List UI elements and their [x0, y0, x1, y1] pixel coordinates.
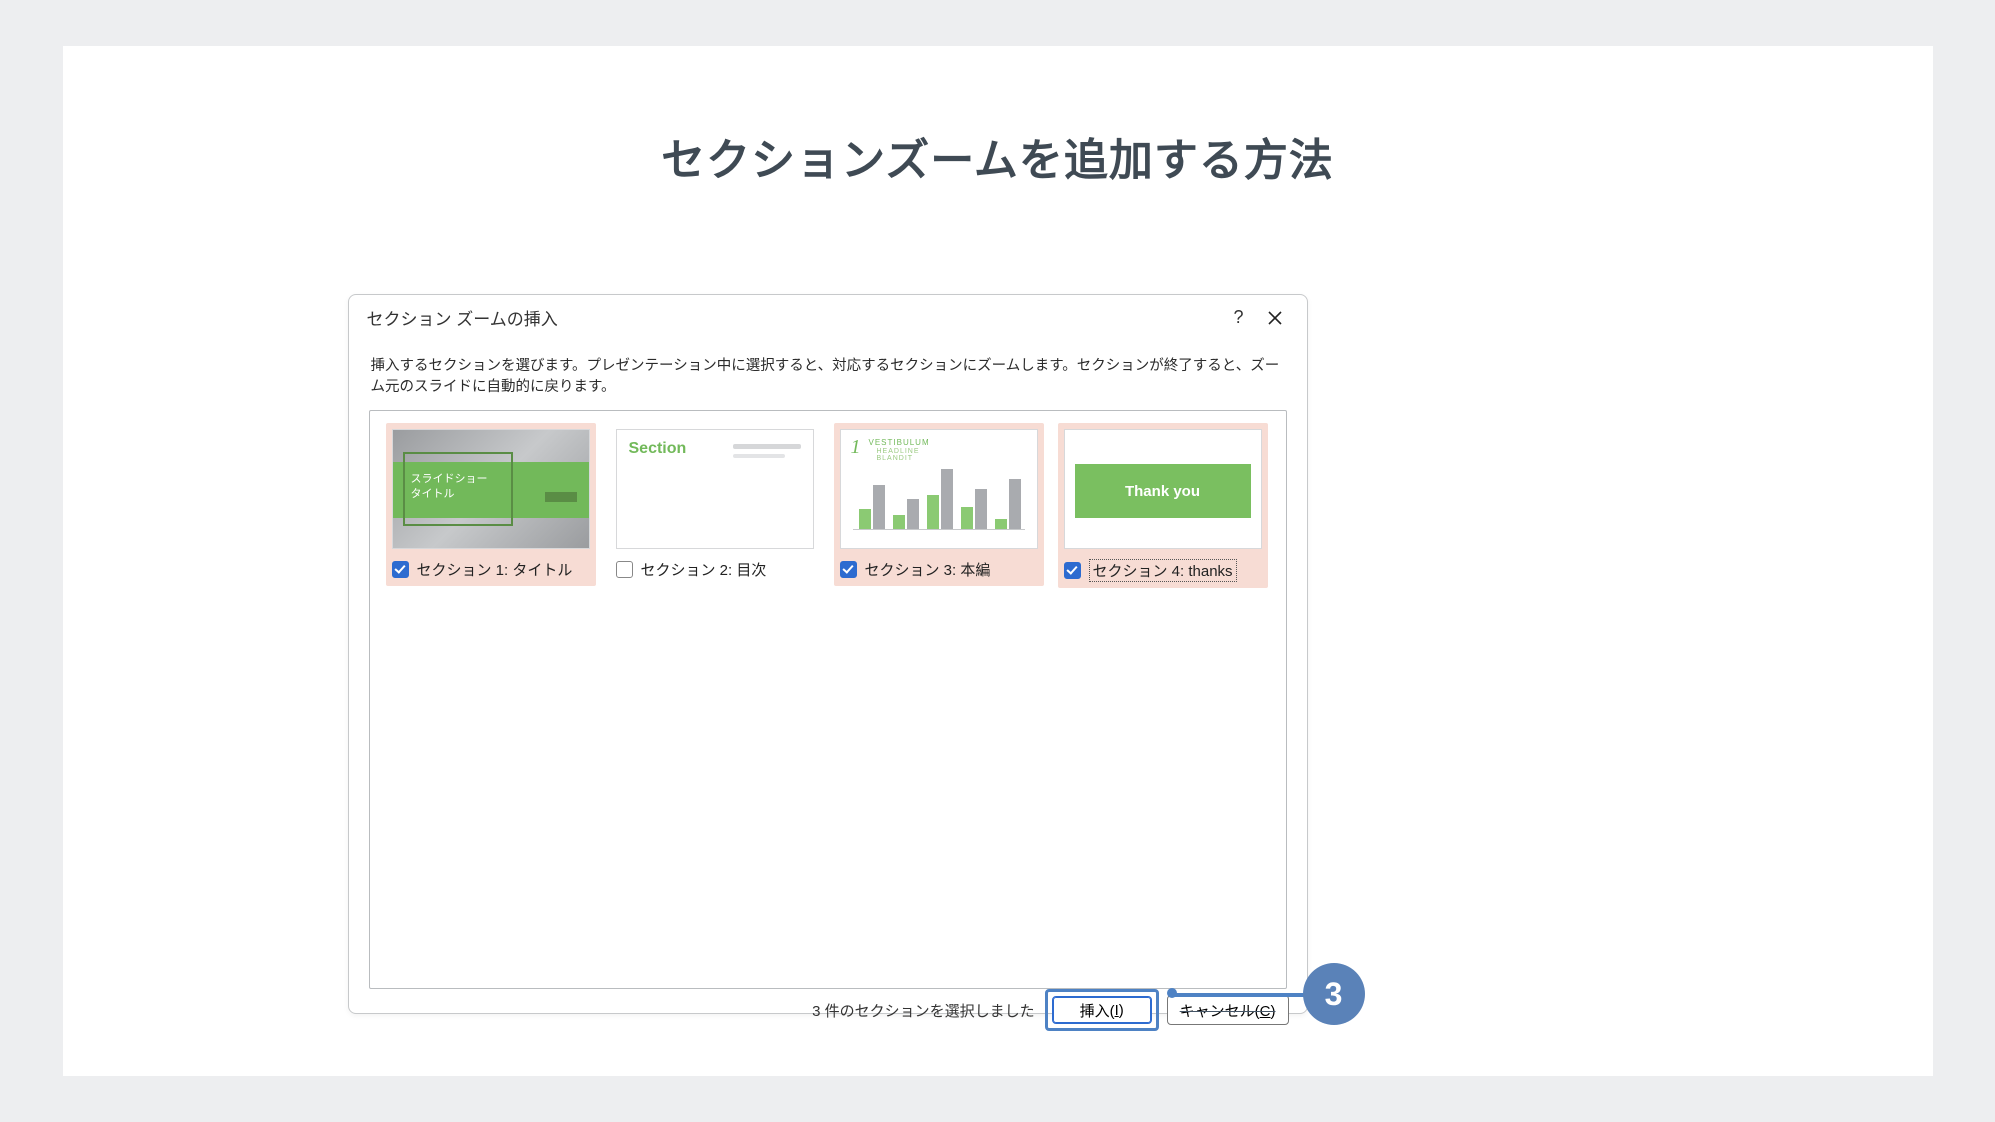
help-button[interactable]: ? — [1221, 307, 1257, 329]
annotation-connector — [1171, 993, 1305, 997]
thumb-text: スライドショー — [411, 473, 488, 485]
section-label: セクション 1: タイトル — [417, 559, 573, 580]
slide-canvas: セクションズームを追加する方法 セクション ズームの挿入 ? 挿入するセクション… — [63, 46, 1933, 1076]
section-label: セクション 3: 本編 — [865, 559, 991, 580]
dialog-title: セクション ズームの挿入 — [367, 305, 1221, 330]
thumb-text: 1 — [851, 436, 861, 459]
thumb-text: タイトル — [411, 488, 455, 500]
close-button[interactable] — [1257, 307, 1293, 329]
section-item-4[interactable]: Thank you セクション 4: thanks — [1058, 423, 1268, 588]
section-checkbox[interactable] — [616, 561, 633, 578]
section-checkbox[interactable] — [1064, 562, 1081, 579]
dialog-description: 挿入するセクションを選びます。プレゼンテーション中に選択すると、対応するセクショ… — [349, 338, 1307, 410]
section-checkbox[interactable] — [392, 561, 409, 578]
insert-button-highlight: 挿入(I) — [1045, 989, 1159, 1031]
page-title: セクションズームを追加する方法 — [63, 124, 1933, 188]
insert-section-zoom-dialog: セクション ズームの挿入 ? 挿入するセクションを選びます。プレゼンテーション中… — [348, 294, 1308, 1014]
section-item-3[interactable]: 1 VESTIBULUM HEADLINEBLANDIT — [834, 423, 1044, 586]
thumb-text: Section — [629, 440, 687, 458]
section-thumbnail: スライドショー タイトル — [392, 429, 590, 549]
cancel-button[interactable]: キャンセル(C) — [1167, 995, 1289, 1025]
section-label: セクション 2: 目次 — [641, 559, 767, 580]
section-list: スライドショー タイトル セクション 1: タイトル Section — [369, 410, 1287, 989]
section-checkbox[interactable] — [840, 561, 857, 578]
dialog-titlebar: セクション ズームの挿入 ? — [349, 295, 1307, 338]
thumb-text: Thank you — [1125, 483, 1200, 500]
close-icon — [1268, 311, 1282, 325]
dialog-footer: 3 件のセクションを選択しました 挿入(I) キャンセル(C) — [349, 989, 1307, 1031]
selection-status: 3 件のセクションを選択しました — [812, 1000, 1035, 1021]
section-label: セクション 4: thanks — [1089, 559, 1237, 582]
section-item-2[interactable]: Section セクション 2: 目次 — [610, 423, 820, 586]
annotation-step-badge: 3 — [1303, 963, 1365, 1025]
insert-button[interactable]: 挿入(I) — [1052, 996, 1152, 1024]
section-thumbnail: Section — [616, 429, 814, 549]
section-item-1[interactable]: スライドショー タイトル セクション 1: タイトル — [386, 423, 596, 586]
section-thumbnail: Thank you — [1064, 429, 1262, 549]
section-thumbnail: 1 VESTIBULUM HEADLINEBLANDIT — [840, 429, 1038, 549]
thumb-text: VESTIBULUM — [869, 438, 930, 447]
